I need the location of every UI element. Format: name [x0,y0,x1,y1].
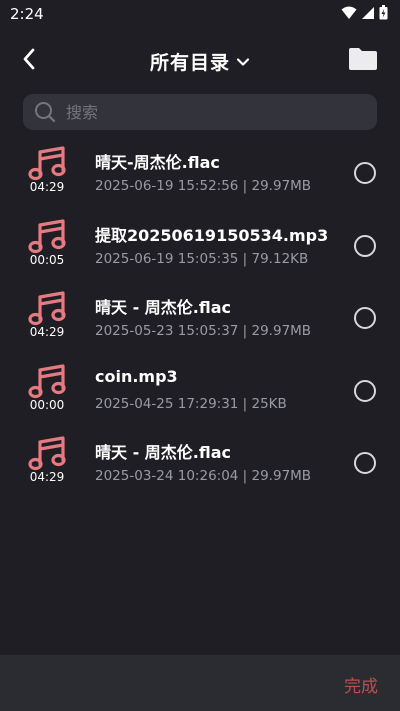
search-bar [23,94,377,130]
header: 所有目录 [0,38,400,82]
list-item[interactable]: 04:29 晴天 - 周杰伦.flac 2025-05-23 15:05:37 … [0,283,400,356]
select-radio[interactable] [354,307,376,329]
file-list: 04:29 晴天-周杰伦.flac 2025-06-19 15:52:56 | … [0,138,400,501]
file-name: 晴天-周杰伦.flac [95,153,220,172]
page-title: 所有目录 [149,52,230,74]
file-meta: 2025-04-25 17:29:31 | 25KB [95,395,287,412]
music-note-icon [27,218,69,255]
signal-icon [361,5,375,24]
music-note-icon [27,146,69,182]
chevron-down-icon [236,52,250,71]
folder-icon [348,47,378,75]
select-radio[interactable] [354,379,376,402]
list-item[interactable]: 04:29 晴天 - 周杰伦.flac 2025-03-24 10:26:04 … [0,428,400,501]
select-radio[interactable] [354,234,376,257]
file-meta: 2025-05-23 15:05:37 | 29.97MB [95,323,312,339]
bottom-bar: 完成 [0,655,400,711]
search-input[interactable] [64,101,348,123]
file-meta: 2025-06-19 15:52:56 | 29.97MB [95,178,312,194]
status-time: 2:24 [10,5,44,23]
file-duration: 00:05 [29,252,65,267]
select-radio[interactable] [354,162,376,184]
status-icons [341,5,388,24]
file-name: 提取20250619150534.mp3 [95,225,329,245]
file-name: coin.mp3 [95,366,178,386]
status-bar: 2:24 [0,0,400,28]
file-meta: 2025-03-24 10:26:04 | 29.97MB [95,468,312,484]
folder-button[interactable] [346,46,380,76]
file-duration: 04:29 [29,470,65,484]
wifi-icon [341,5,357,24]
select-radio[interactable] [354,452,376,474]
file-name: 晴天 - 周杰伦.flac [95,298,232,317]
file-duration: 00:00 [29,397,65,412]
directory-selector[interactable]: 所有目录 [0,48,400,75]
file-name: 晴天 - 周杰伦.flac [95,443,232,462]
music-note-icon [27,291,69,327]
music-note-icon [27,436,69,472]
file-meta: 2025-06-19 15:05:35 | 79.12KB [95,250,309,267]
done-button[interactable]: 完成 [344,672,378,697]
search-icon [34,101,56,123]
list-item[interactable]: 04:29 晴天-周杰伦.flac 2025-06-19 15:52:56 | … [0,138,400,211]
file-duration: 04:29 [29,180,65,194]
file-picker-screen: 2:24 所有目录 搜索 04:29 晴天-周杰伦.flac 2025-06-1… [0,0,400,711]
list-item[interactable]: 00:00 coin.mp3 2025-04-25 17:29:31 | 25K… [0,356,400,429]
battery-icon [379,5,388,24]
file-duration: 04:29 [29,325,65,339]
music-note-icon [27,363,69,400]
list-item[interactable]: 00:05 提取20250619150534.mp3 2025-06-19 15… [0,211,400,284]
